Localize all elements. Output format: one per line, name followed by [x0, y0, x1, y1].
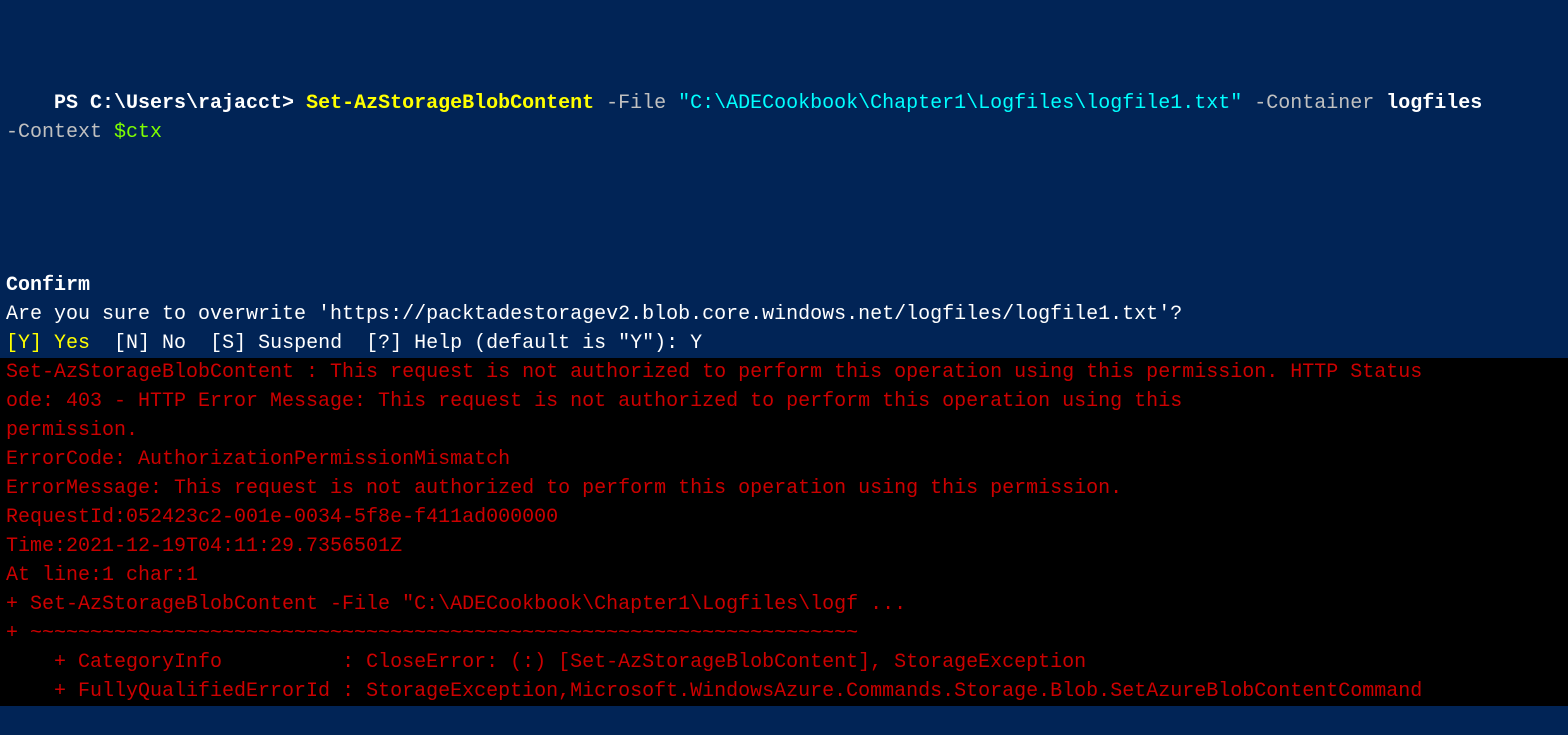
error-line-3: permission. [6, 419, 138, 442]
cmdlet-name: Set-AzStorageBlobContent [306, 92, 594, 115]
container-value: logfiles [1386, 92, 1482, 115]
yes-label: Yes [42, 332, 114, 355]
error-line-4: ErrorCode: AuthorizationPermissionMismat… [6, 448, 510, 471]
confirm-title: Confirm [6, 274, 90, 297]
powershell-terminal[interactable]: PS C:\Users\rajacct> Set-AzStorageBlobCo… [0, 0, 1568, 522]
command-line: PS C:\Users\rajacct> Set-AzStorageBlobCo… [0, 58, 1568, 184]
error-line-6: RequestId:052423c2-001e-0034-5f8e-f411ad… [6, 506, 558, 529]
error-line-2: ode: 403 - HTTP Error Message: This requ… [6, 390, 1182, 413]
container-param: -Container [1242, 92, 1386, 115]
error-output: Set-AzStorageBlobContent : This request … [0, 358, 1568, 706]
ps-prompt: PS C:\Users\rajacct> [54, 92, 306, 115]
error-line-5: ErrorMessage: This request is not author… [6, 477, 1122, 500]
file-path: "C:\ADECookbook\Chapter1\Logfiles\logfil… [678, 92, 1242, 115]
help-key[interactable]: [?] [366, 332, 402, 355]
error-line-11: + CategoryInfo : CloseError: (:) [Set-Az… [6, 651, 1086, 674]
confirm-question: Are you sure to overwrite 'https://packt… [6, 303, 1182, 326]
suspend-label: Suspend [246, 332, 366, 355]
confirm-prompt: Confirm Are you sure to overwrite 'https… [0, 242, 1568, 358]
help-label: Help (default is "Y"): Y [402, 332, 702, 355]
context-param: -Context [6, 121, 114, 144]
yes-key[interactable]: [Y] [6, 332, 42, 355]
error-line-10: + ~~~~~~~~~~~~~~~~~~~~~~~~~~~~~~~~~~~~~~… [6, 622, 858, 645]
no-key[interactable]: [N] [114, 332, 150, 355]
error-line-12: + FullyQualifiedErrorId : StorageExcepti… [6, 680, 1422, 703]
suspend-key[interactable]: [S] [210, 332, 246, 355]
no-label: No [150, 332, 210, 355]
error-line-7: Time:2021-12-19T04:11:29.7356501Z [6, 535, 402, 558]
file-param: -File [594, 92, 678, 115]
error-line-8: At line:1 char:1 [6, 564, 198, 587]
error-line-1: Set-AzStorageBlobContent : This request … [6, 361, 1422, 384]
error-line-9: + Set-AzStorageBlobContent -File "C:\ADE… [6, 593, 906, 616]
context-var: $ctx [114, 121, 162, 144]
